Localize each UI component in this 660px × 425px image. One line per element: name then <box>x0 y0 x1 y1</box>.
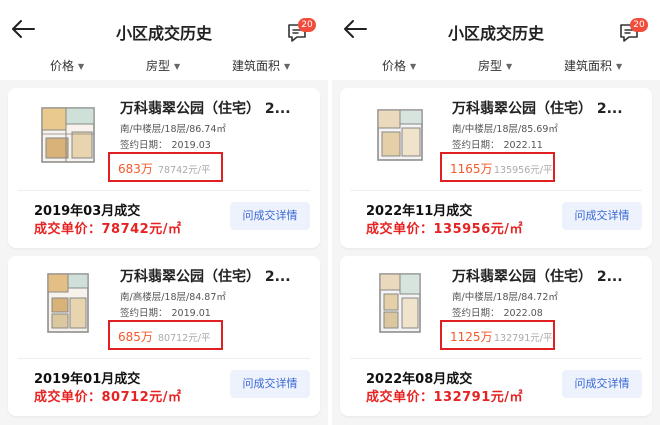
transaction-card[interactable]: 万科翡翠公园（住宅） 2... 南/高楼层/18层/84.87㎡ 签约日期： 20… <box>8 256 320 416</box>
top-bar: 小区成交历史 20 <box>332 0 660 56</box>
filter-area[interactable]: 建筑面积 ▼ <box>564 56 622 80</box>
total-price: 1165万 <box>450 162 493 176</box>
messages-button[interactable]: 20 <box>618 18 648 44</box>
caret-down-icon: ▼ <box>78 62 85 71</box>
transaction-card[interactable]: 万科翡翠公园（住宅） 2... 南/中楼层/18层/86.74㎡ 签约日期： 20… <box>8 88 320 248</box>
sign-date: 签约日期： 2022.11 <box>452 137 543 151</box>
caret-down-icon: ▼ <box>506 62 513 71</box>
floor-plan-image <box>379 273 421 333</box>
listing-name: 万科翡翠公园（住宅） 2... <box>452 101 623 117</box>
filter-room-type[interactable]: 房型 ▼ <box>146 56 180 80</box>
listing-name: 万科翡翠公园（住宅） 2... <box>120 269 291 285</box>
sign-date-value: 2019.03 <box>171 140 211 151</box>
caret-down-icon: ▼ <box>174 62 181 71</box>
listing-spec: 南/中楼层/18层/85.69㎡ <box>452 124 558 135</box>
unit-price: 135956元/平 <box>494 165 553 176</box>
messages-button[interactable]: 20 <box>286 18 316 44</box>
filter-room-type-label: 房型 <box>146 59 171 73</box>
filter-price[interactable]: 价格 ▼ <box>50 56 84 80</box>
filter-room-type[interactable]: 房型 ▼ <box>478 56 512 80</box>
page-title: 小区成交历史 <box>447 24 544 43</box>
listing-name: 万科翡翠公园（住宅） 2... <box>452 269 623 285</box>
filter-bar: 价格 ▼ 房型 ▼ 建筑面积 ▼ <box>0 56 328 80</box>
ask-deal-details-button[interactable]: 问成交详情 <box>562 370 642 398</box>
ask-deal-details-button[interactable]: 问成交详情 <box>562 202 642 230</box>
filter-price-label: 价格 <box>50 59 75 73</box>
filter-price-label: 价格 <box>382 59 407 73</box>
sign-date-label: 签约日期： <box>120 308 168 319</box>
ask-deal-details-button[interactable]: 问成交详情 <box>230 202 310 230</box>
price-highlight: 1125万 132791元/平 <box>440 320 555 350</box>
ask-deal-details-button[interactable]: 问成交详情 <box>230 370 310 398</box>
deal-month: 2019年03月成交 <box>34 204 141 219</box>
deal-month: 2019年01月成交 <box>34 372 141 387</box>
sign-date: 签约日期： 2019.03 <box>120 137 211 151</box>
deal-unit-price: 成交单价：80712元/㎡ <box>34 390 182 405</box>
transaction-card[interactable]: 万科翡翠公园（住宅） 2... 南/中楼层/18层/84.72㎡ 签约日期： 20… <box>340 256 652 416</box>
sign-date: 签约日期： 2019.01 <box>120 305 211 319</box>
message-count-badge: 20 <box>630 18 648 32</box>
divider <box>350 190 642 191</box>
total-price: 683万 <box>118 162 153 176</box>
total-price: 1125万 <box>450 330 493 344</box>
price-highlight: 1165万 135956元/平 <box>440 152 555 182</box>
listing-spec: 南/中楼层/18层/84.72㎡ <box>452 292 558 303</box>
price-highlight: 683万 78742元/平 <box>108 152 223 182</box>
divider <box>18 358 310 359</box>
sign-date-label: 签约日期： <box>120 140 168 151</box>
sign-date-label: 签约日期： <box>452 140 500 151</box>
sign-date-value: 2022.08 <box>503 308 543 319</box>
sign-date-label: 签约日期： <box>452 308 500 319</box>
total-price: 685万 <box>118 330 153 344</box>
page-title: 小区成交历史 <box>115 24 212 43</box>
message-count-badge: 20 <box>298 18 316 32</box>
deal-unit-price: 成交单价：78742元/㎡ <box>34 222 182 237</box>
floor-plan-image <box>47 273 89 333</box>
filter-price[interactable]: 价格 ▼ <box>382 56 416 80</box>
listing-spec: 南/中楼层/18层/86.74㎡ <box>120 124 226 135</box>
unit-price: 132791元/平 <box>494 333 553 344</box>
filter-room-type-label: 房型 <box>478 59 503 73</box>
sign-date-value: 2019.01 <box>171 308 211 319</box>
floor-plan-image <box>377 109 423 161</box>
unit-price: 78742元/平 <box>158 165 211 176</box>
price-highlight: 685万 80712元/平 <box>108 320 223 350</box>
listing-spec: 南/高楼层/18层/84.87㎡ <box>120 292 226 303</box>
top-bar: 小区成交历史 20 <box>0 0 328 56</box>
deal-unit-price: 成交单价：135956元/㎡ <box>366 222 524 237</box>
panel-right: 小区成交历史 20 价格 ▼ 房型 ▼ 建筑面积 ▼ 万科翡翠公园（住宅） 2... … <box>332 0 660 425</box>
listing-name: 万科翡翠公园（住宅） 2... <box>120 101 291 117</box>
caret-down-icon: ▼ <box>284 62 291 71</box>
filter-area[interactable]: 建筑面积 ▼ <box>232 56 290 80</box>
sign-date-value: 2022.11 <box>503 140 543 151</box>
unit-price: 80712元/平 <box>158 333 211 344</box>
divider <box>350 358 642 359</box>
sign-date: 签约日期： 2022.08 <box>452 305 543 319</box>
deal-month: 2022年11月成交 <box>366 204 473 219</box>
filter-bar: 价格 ▼ 房型 ▼ 建筑面积 ▼ <box>332 56 660 80</box>
caret-down-icon: ▼ <box>616 62 623 71</box>
transaction-card[interactable]: 万科翡翠公园（住宅） 2... 南/中楼层/18层/85.69㎡ 签约日期： 20… <box>340 88 652 248</box>
deal-month: 2022年08月成交 <box>366 372 473 387</box>
floor-plan-image <box>41 107 95 163</box>
panel-left: 小区成交历史 20 价格 ▼ 房型 ▼ 建筑面积 ▼ 万科翡翠公园（住宅） 2... … <box>0 0 328 425</box>
divider <box>18 190 310 191</box>
filter-area-label: 建筑面积 <box>564 59 613 73</box>
filter-area-label: 建筑面积 <box>232 59 281 73</box>
deal-unit-price: 成交单价：132791元/㎡ <box>366 390 524 405</box>
caret-down-icon: ▼ <box>410 62 417 71</box>
